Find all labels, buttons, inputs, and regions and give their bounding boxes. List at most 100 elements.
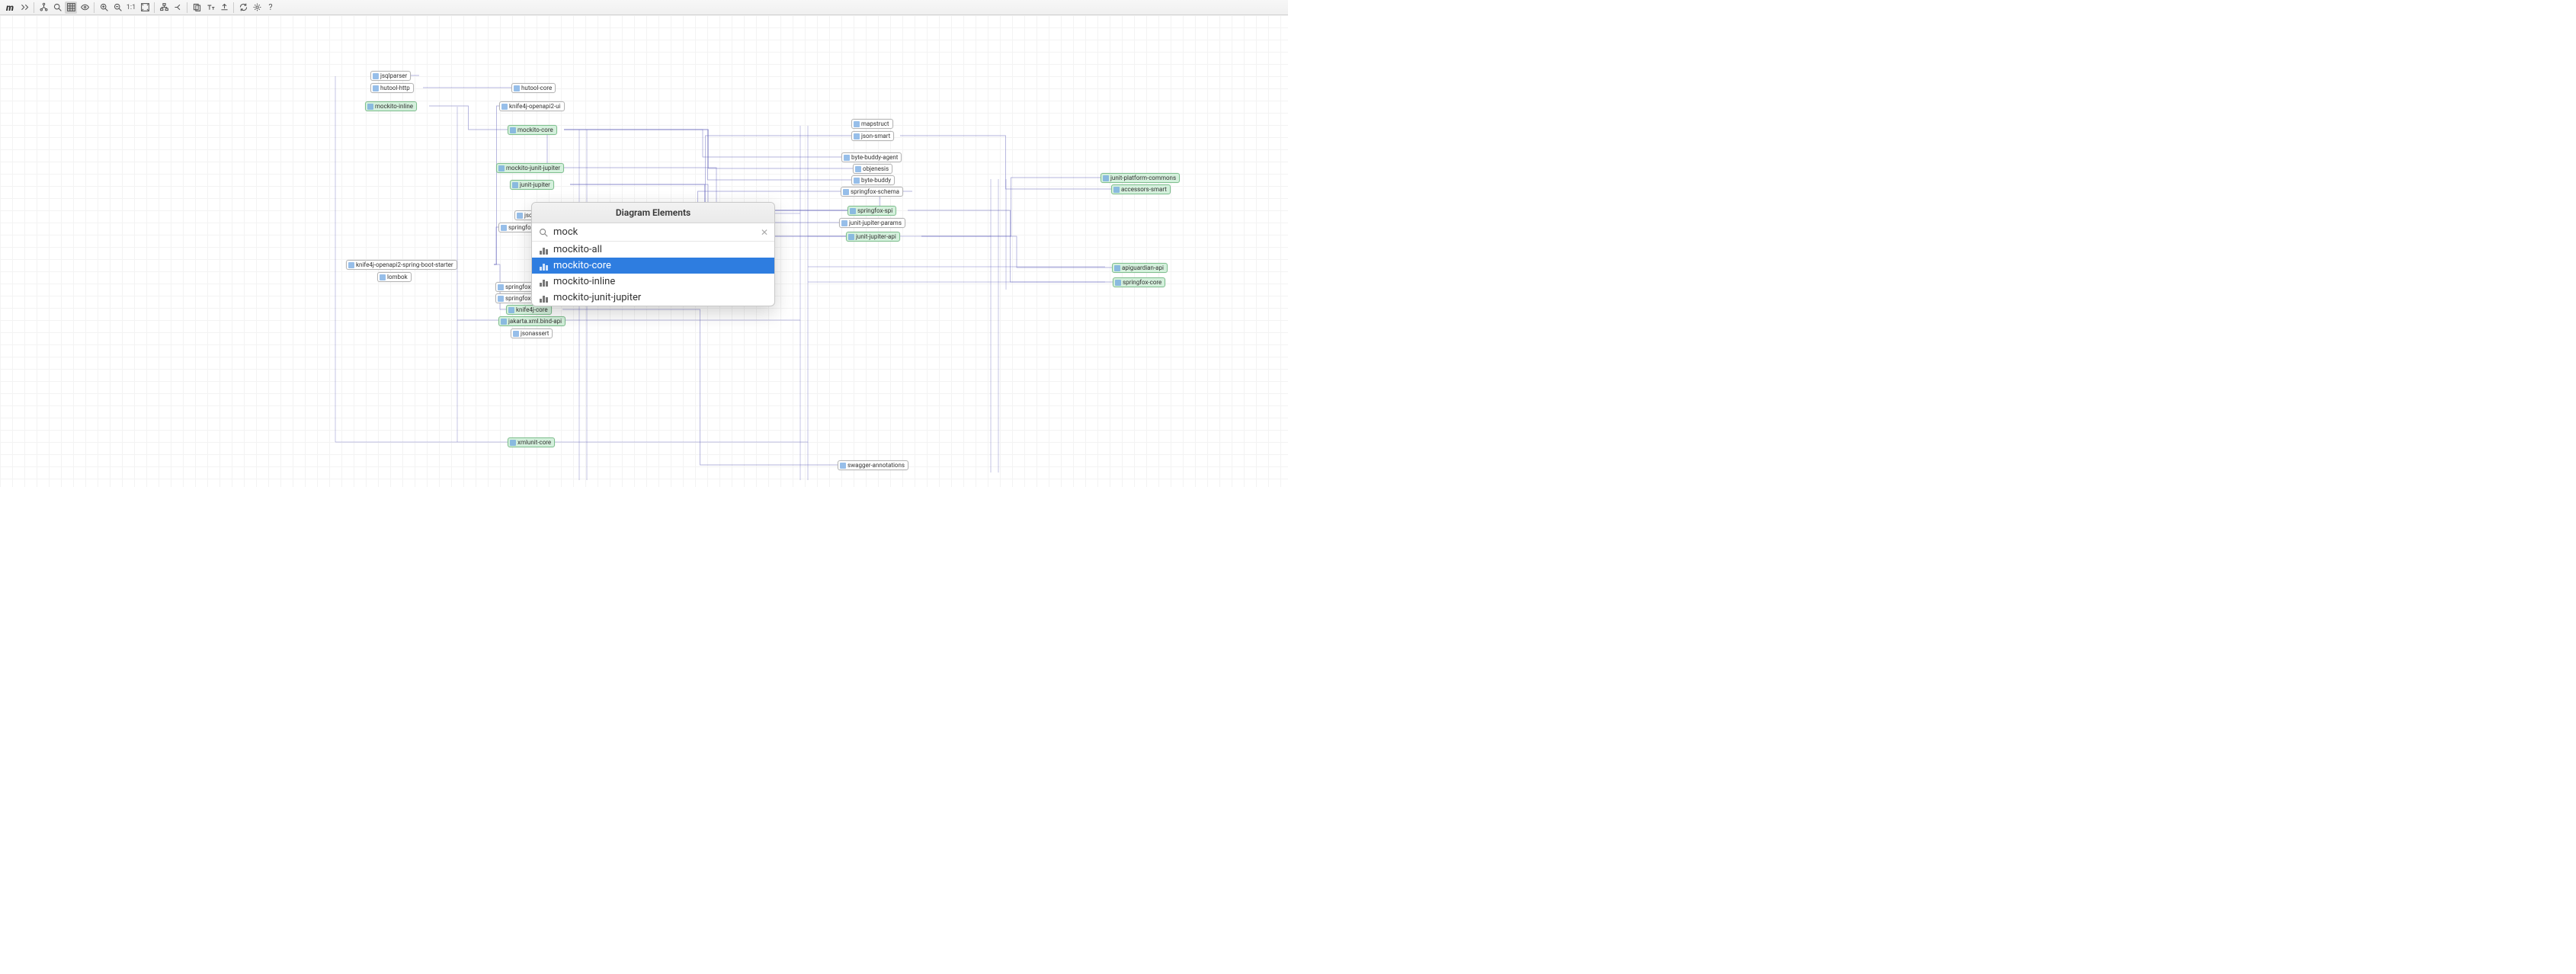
node-label: apiguardian-api xyxy=(1122,264,1164,271)
popup-result-item[interactable]: mockito-core xyxy=(532,258,774,274)
node-jsqlparser[interactable]: jsqlparser xyxy=(370,71,411,81)
module-icon xyxy=(844,155,850,161)
result-label: mockito-junit-jupiter xyxy=(553,292,641,303)
node-springfox-core[interactable]: springfox-core xyxy=(1113,277,1165,287)
node-label: lombok xyxy=(387,274,408,280)
node-junit-jupiter[interactable]: junit-jupiter xyxy=(510,180,554,190)
node-label: objenesis xyxy=(863,165,889,172)
module-icon xyxy=(373,85,379,91)
node-junit-platform-commons[interactable]: junit-platform-commons xyxy=(1101,173,1180,183)
help-icon[interactable]: ? xyxy=(264,2,277,14)
layout-icon[interactable] xyxy=(158,2,170,14)
actual-size-icon[interactable]: 1:1 xyxy=(125,2,137,14)
node-mapstruct[interactable]: mapstruct xyxy=(851,119,893,129)
toolbar: m 1:1 ? xyxy=(0,0,1288,15)
module-icon xyxy=(855,166,861,172)
node-hutool-core[interactable]: hutool-core xyxy=(511,83,556,93)
node-label: knife4j-openapi2-spring-boot-starter xyxy=(356,261,453,268)
node-label: knife4j-openapi2-ui xyxy=(509,103,561,110)
node-lombok[interactable]: lombok xyxy=(377,272,412,282)
text-size-icon[interactable] xyxy=(204,2,216,14)
node-label: junit-jupiter-params xyxy=(849,219,902,226)
tree-icon[interactable] xyxy=(37,2,50,14)
module-icon xyxy=(1115,280,1121,286)
node-springfox-spi[interactable]: springfox-spi xyxy=(847,206,896,216)
module-icon xyxy=(508,307,514,313)
module-icon xyxy=(380,274,386,280)
settings-icon[interactable] xyxy=(251,2,263,14)
diagram-canvas[interactable]: jsqlparser hutool-http hutool-core mockito-… xyxy=(0,15,1288,487)
node-label: knife4j-core xyxy=(516,306,548,313)
node-accessors-smart[interactable]: accessors-smart xyxy=(1111,184,1171,194)
node-label: mapstruct xyxy=(861,120,889,127)
node-label: junit-jupiter xyxy=(520,181,550,188)
module-icon xyxy=(498,296,504,302)
node-label: springfox-core xyxy=(1123,279,1161,286)
node-byte-buddy-agent[interactable]: byte-buddy-agent xyxy=(841,152,902,162)
node-label: springfox-spi xyxy=(857,207,892,214)
refresh-icon[interactable] xyxy=(237,2,249,14)
node-swagger-annotations[interactable]: swagger-annotations xyxy=(838,460,908,470)
collapse-icon[interactable] xyxy=(18,2,30,14)
zoom-in-icon[interactable] xyxy=(98,2,110,14)
node-label: accessors-smart xyxy=(1121,186,1167,193)
result-label: mockito-core xyxy=(553,260,611,271)
node-junit-jupiter-params[interactable]: junit-jupiter-params xyxy=(839,218,905,228)
module-icon xyxy=(841,220,847,226)
module-icon xyxy=(510,127,516,133)
node-xmlunit-core[interactable]: xmlunit-core xyxy=(508,437,555,447)
node-jsonassert[interactable]: jsonassert xyxy=(511,328,553,338)
node-mockito-core[interactable]: mockito-core xyxy=(508,125,557,135)
node-apiguardian-api[interactable]: apiguardian-api xyxy=(1112,263,1168,273)
search-input[interactable] xyxy=(553,226,756,238)
node-mockito-junit-jupiter[interactable]: mockito-junit-jupiter xyxy=(496,163,564,173)
node-json-smart[interactable]: json-smart xyxy=(851,131,894,141)
node-label: json-smart xyxy=(861,133,890,139)
node-label: byte-buddy xyxy=(861,177,891,184)
node-mockito-inline[interactable]: mockito-inline xyxy=(365,101,417,111)
eye-icon[interactable] xyxy=(78,2,91,14)
export-icon[interactable] xyxy=(218,2,230,14)
module-icon xyxy=(367,104,373,110)
grid-icon[interactable] xyxy=(65,2,77,14)
copy-icon[interactable] xyxy=(191,2,203,14)
popup-results-list: mockito-all mockito-core mockito-inline moc… xyxy=(532,242,774,306)
module-icon xyxy=(498,165,505,171)
module-icon xyxy=(1114,265,1120,271)
node-label: mockito-core xyxy=(517,127,553,133)
clear-icon[interactable]: ✕ xyxy=(761,227,768,238)
node-byte-buddy[interactable]: byte-buddy xyxy=(851,175,895,185)
popup-result-item[interactable]: mockito-all xyxy=(532,242,774,258)
popup-title: Diagram Elements xyxy=(532,203,774,223)
node-jakarta-xml[interactable]: jakarta.xml.bind-api xyxy=(498,316,566,326)
node-label: springfox-schema xyxy=(851,188,899,195)
node-springfox-schema[interactable]: springfox-schema xyxy=(841,187,903,197)
module-icon xyxy=(843,189,849,195)
anchor-icon[interactable] xyxy=(171,2,184,14)
module-icon xyxy=(501,225,507,231)
node-label: jsonassert xyxy=(521,330,549,337)
module-icon xyxy=(854,133,860,139)
separator xyxy=(233,2,234,13)
node-objenesis[interactable]: objenesis xyxy=(853,164,892,174)
chart-icon xyxy=(540,261,549,271)
node-junit-jupiter-api[interactable]: junit-jupiter-api xyxy=(846,232,900,242)
module-icon xyxy=(854,178,860,184)
module-icon xyxy=(848,234,854,240)
separator xyxy=(154,2,155,13)
module-icon xyxy=(854,121,860,127)
zoom-out-icon[interactable] xyxy=(111,2,123,14)
node-knife4j-openapi2-ui[interactable]: knife4j-openapi2-ui xyxy=(499,101,565,111)
popup-result-item[interactable]: mockito-junit-jupiter xyxy=(532,290,774,306)
fit-icon[interactable] xyxy=(139,2,151,14)
node-label: mockito-junit-jupiter xyxy=(506,165,560,171)
node-label: mockito-inline xyxy=(375,103,413,110)
node-hutool-http[interactable]: hutool-http xyxy=(370,83,414,93)
module-icon xyxy=(1113,187,1120,193)
popup-result-item[interactable]: mockito-inline xyxy=(532,274,774,290)
module-icon xyxy=(514,85,520,91)
node-label: hutool-http xyxy=(380,85,410,91)
find-icon[interactable] xyxy=(51,2,63,14)
node-knife4j-boot-starter[interactable]: knife4j-openapi2-spring-boot-starter xyxy=(346,260,457,270)
diagram-elements-popup: Diagram Elements ✕ mockito-all mockito-co… xyxy=(531,202,775,306)
